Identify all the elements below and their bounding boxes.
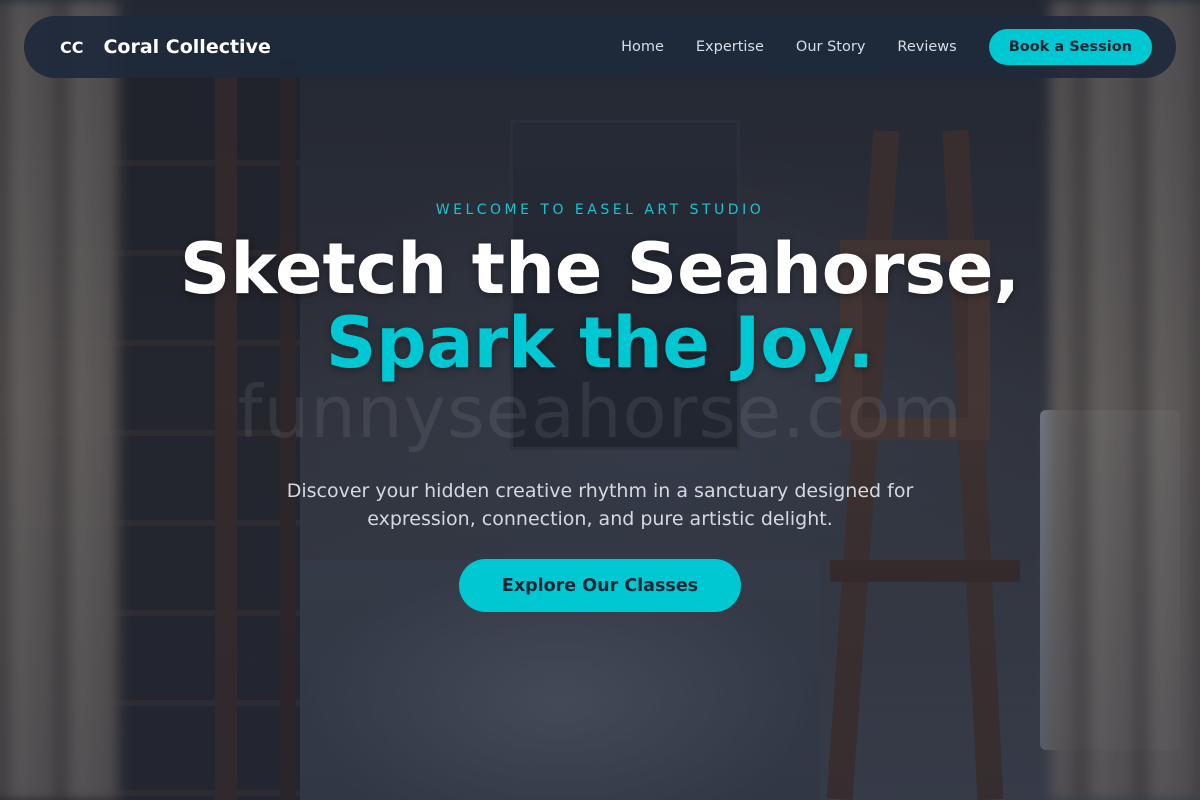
hero-subtitle: Discover your hidden creative rhythm in … [286, 480, 914, 530]
explore-classes-button[interactable]: Explore Our Classes [459, 559, 741, 612]
hero-eyebrow: WELCOME TO EASEL ART STUDIO [435, 202, 765, 218]
hero-headline-accent: Spark the Joy. [325, 302, 875, 384]
hero-headline: Sketch the Seahorse, Spark the Joy. [150, 232, 1050, 380]
hero-headline-main: Sketch the Seahorse, [179, 228, 1021, 310]
hero-section: WELCOME TO EASEL ART STUDIO Sketch the S… [0, 0, 1200, 800]
